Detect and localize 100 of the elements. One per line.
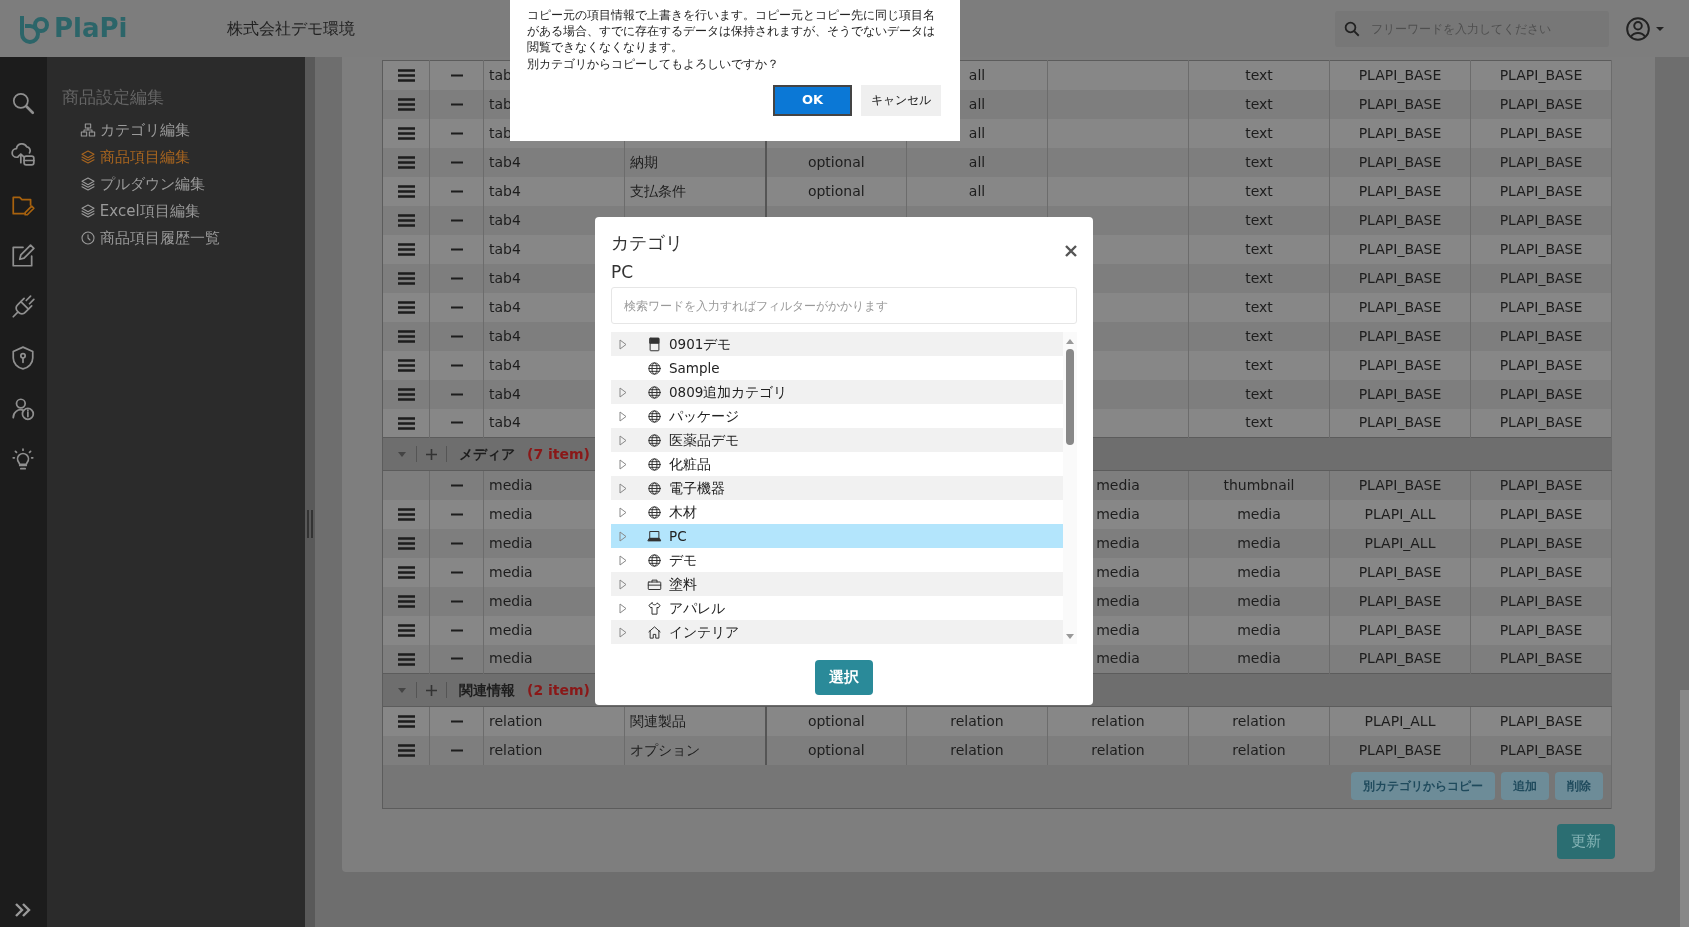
remove-icon[interactable] xyxy=(450,334,463,339)
drag-handle-icon[interactable] xyxy=(397,595,415,608)
tree-item[interactable]: 塗料 xyxy=(611,572,1063,597)
drag-handle-icon[interactable] xyxy=(397,508,415,521)
search-field[interactable]: 検索ワードを入力すればフィルターがかかります xyxy=(611,287,1077,325)
drag-handle-icon[interactable] xyxy=(397,537,415,550)
shield-lock-icon[interactable] xyxy=(10,344,37,371)
table-cell: PLAPI_BASE xyxy=(1329,234,1471,264)
add-icon[interactable] xyxy=(425,683,438,697)
expand-arrow-icon[interactable] xyxy=(619,338,627,350)
drag-handle-icon[interactable] xyxy=(397,272,415,285)
drag-handle-icon[interactable] xyxy=(397,301,415,314)
scrollbar-thumb[interactable] xyxy=(1680,690,1689,927)
drag-handle-icon[interactable] xyxy=(397,715,415,729)
table-cell: text xyxy=(1188,176,1330,206)
remove-icon[interactable] xyxy=(450,363,463,368)
select-button[interactable]: 選択 xyxy=(815,660,873,695)
table-cell: PLAPI_BASE xyxy=(1470,176,1612,206)
search-icon[interactable] xyxy=(1343,19,1361,38)
drag-handle-icon[interactable] xyxy=(397,156,415,169)
remove-icon[interactable] xyxy=(450,512,463,517)
sidebar-item[interactable]: カテゴリ編集 xyxy=(61,116,196,144)
table-cell: PLAPI_BASE xyxy=(1470,499,1612,529)
expand-arrow-icon[interactable] xyxy=(619,434,627,446)
drag-handle-icon[interactable] xyxy=(397,69,415,83)
remove-icon[interactable] xyxy=(450,748,463,753)
close-icon[interactable] xyxy=(1065,245,1077,257)
drag-handle-icon[interactable] xyxy=(397,624,415,637)
tree-item[interactable]: 医薬品デモ xyxy=(611,428,1063,453)
expand-arrow-icon[interactable] xyxy=(619,602,627,614)
remove-icon[interactable] xyxy=(450,102,463,107)
scroll-down-arrow-icon[interactable] xyxy=(1065,632,1075,641)
remove-icon[interactable] xyxy=(450,719,463,724)
tree-item[interactable]: 0901デモ xyxy=(611,332,1063,357)
group-title: 関連情報 xyxy=(459,680,515,700)
remove-icon[interactable] xyxy=(450,421,463,426)
sidebar-item[interactable]: プルダウン編集 xyxy=(61,170,211,198)
ok-button[interactable]: OK xyxy=(773,84,852,116)
remove-icon[interactable] xyxy=(450,657,463,662)
expand-arrow-icon[interactable] xyxy=(619,482,627,494)
remove-icon[interactable] xyxy=(450,483,463,488)
table-cell: relation xyxy=(906,706,1048,736)
expand-arrow-icon[interactable] xyxy=(619,554,627,566)
expand-arrow-icon[interactable] xyxy=(619,458,627,470)
drag-handle-icon[interactable] xyxy=(397,652,415,666)
table-cell: PLAPI_BASE xyxy=(1470,118,1612,148)
tree-item[interactable]: 0809追加カテゴリ xyxy=(611,380,1063,405)
sidebar-item[interactable]: Excel項目編集 xyxy=(61,197,206,225)
plug-icon[interactable] xyxy=(10,293,37,320)
drag-handle-icon[interactable] xyxy=(397,566,415,579)
pencil-square-icon[interactable] xyxy=(10,242,37,269)
expand-arrow-icon[interactable] xyxy=(619,530,627,542)
globe-icon xyxy=(647,456,662,472)
drag-handle-icon[interactable] xyxy=(397,185,415,198)
remove-icon[interactable] xyxy=(450,570,463,575)
drag-handle-icon[interactable] xyxy=(397,243,415,256)
remove-icon[interactable] xyxy=(450,392,463,397)
remove-icon[interactable] xyxy=(450,73,463,78)
remove-icon[interactable] xyxy=(450,276,463,281)
table-cell: 支払条件 xyxy=(624,176,766,206)
remove-icon[interactable] xyxy=(450,218,463,223)
table-cell: PLAPI_BASE xyxy=(1329,644,1471,674)
user-menu[interactable] xyxy=(1625,15,1665,42)
expand-arrow-icon[interactable] xyxy=(619,626,627,638)
drag-handle-icon[interactable] xyxy=(397,214,415,227)
remove-icon[interactable] xyxy=(450,305,463,310)
remove-icon[interactable] xyxy=(450,247,463,252)
remove-icon[interactable] xyxy=(450,131,463,136)
scroll-up-arrow-icon[interactable] xyxy=(1065,338,1075,347)
drag-handle-icon[interactable] xyxy=(397,388,415,401)
tree-item[interactable]: 電子機器 xyxy=(611,476,1063,501)
remove-icon[interactable] xyxy=(450,599,463,604)
remove-icon[interactable] xyxy=(450,160,463,165)
remove-icon[interactable] xyxy=(450,541,463,546)
expand-arrow-icon[interactable] xyxy=(619,386,627,398)
drag-handle-icon[interactable] xyxy=(397,330,415,343)
table-cell: PLAPI_BASE xyxy=(1470,205,1612,235)
sidebar-item[interactable]: 商品項目履歴一覧 xyxy=(61,224,226,252)
tree-item[interactable]: インテリア xyxy=(611,620,1063,645)
add-icon[interactable] xyxy=(425,447,438,461)
resize-handle[interactable] xyxy=(305,57,315,927)
person-info-icon[interactable] xyxy=(10,395,37,422)
remove-icon[interactable] xyxy=(450,189,463,194)
expand-arrow-icon[interactable] xyxy=(619,506,627,518)
expand-arrow-icon[interactable] xyxy=(619,578,627,590)
scrollbar-thumb[interactable] xyxy=(1066,349,1074,446)
table-cell: relation xyxy=(483,735,625,765)
drag-handle-icon[interactable] xyxy=(397,744,415,757)
expand-arrow-icon[interactable] xyxy=(619,410,627,422)
caret-icon[interactable] xyxy=(1655,24,1665,33)
drag-handle-icon[interactable] xyxy=(397,127,415,140)
user-icon[interactable] xyxy=(1625,15,1651,42)
drag-handle-icon[interactable] xyxy=(397,416,415,430)
drag-handle-icon[interactable] xyxy=(397,359,415,372)
remove-icon[interactable] xyxy=(450,628,463,633)
drag-handle-icon[interactable] xyxy=(397,98,415,111)
cloud-upload-icon[interactable] xyxy=(10,140,37,167)
tree-item[interactable]: PC xyxy=(611,524,1063,549)
cancel-button[interactable]: キャンセル xyxy=(861,84,941,116)
table-cell: PLAPI_BASE xyxy=(1470,557,1612,587)
